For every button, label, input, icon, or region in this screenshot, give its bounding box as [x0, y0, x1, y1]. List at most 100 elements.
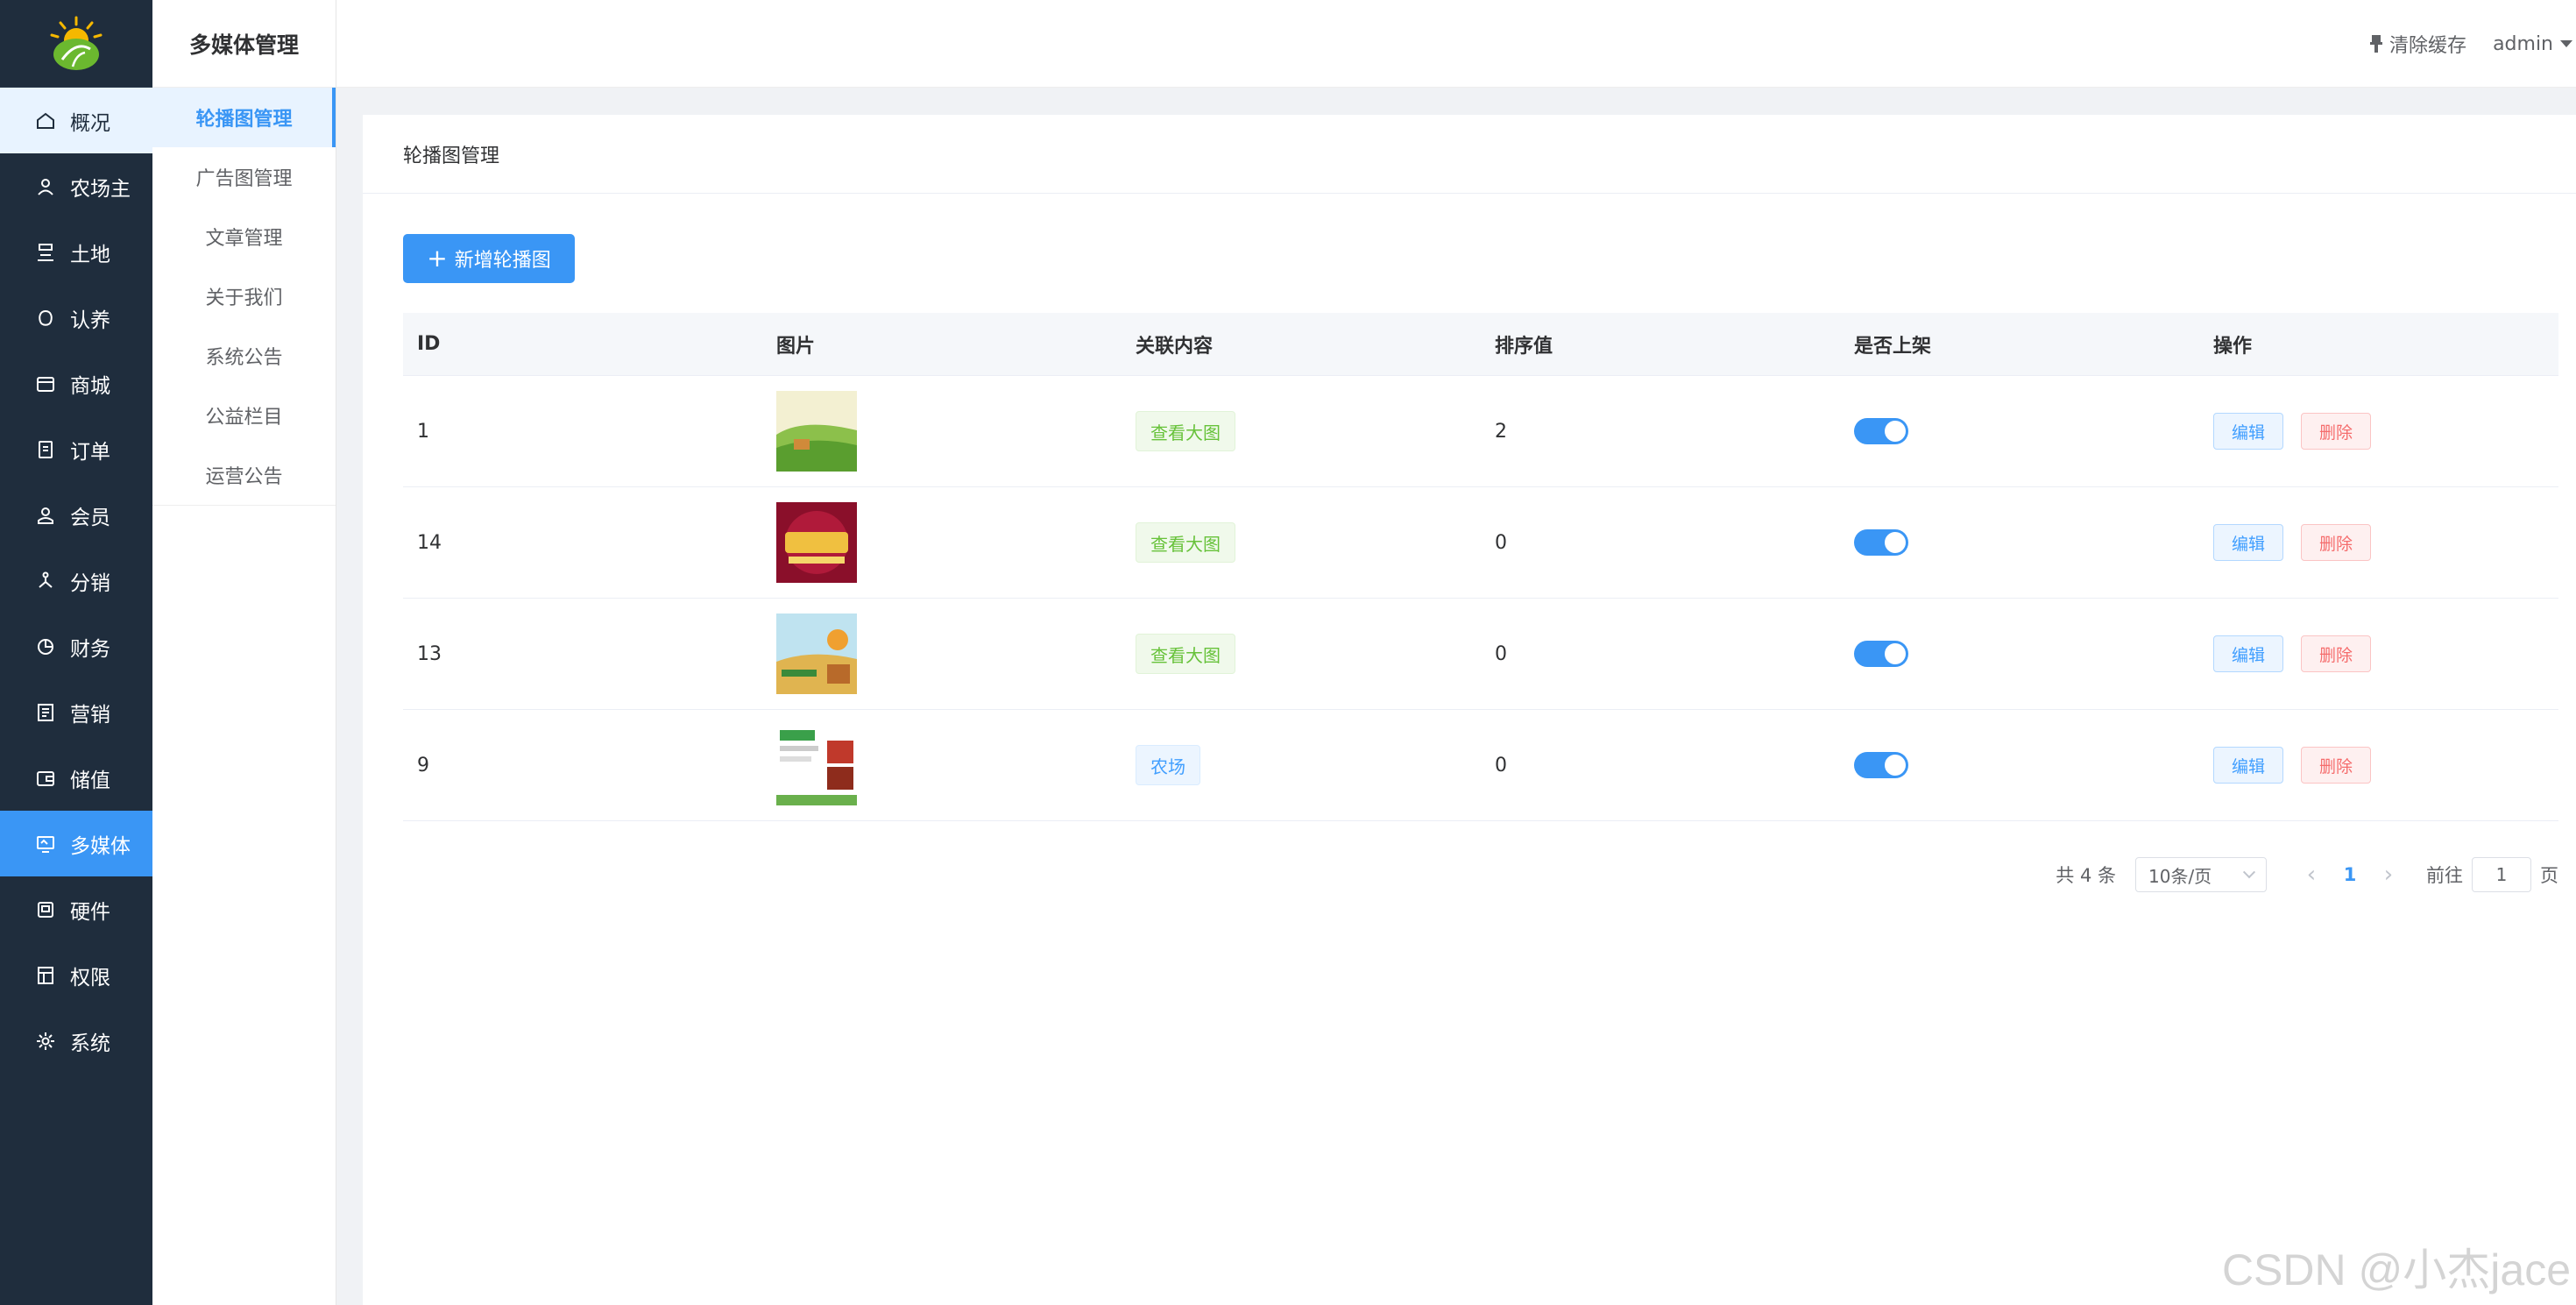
link-tag[interactable]: 农场	[1136, 745, 1200, 785]
row-sort: 0	[1495, 642, 1507, 665]
nav-item-store[interactable]: 商城	[0, 351, 152, 416]
row-status-cell	[1840, 641, 2199, 667]
page-size-select[interactable]: 10条/页	[2135, 857, 2267, 892]
column-header: ID	[417, 333, 441, 355]
toggle-knob	[1885, 421, 1906, 442]
row-link-cell: 查看大图	[1122, 522, 1481, 563]
row-image-cell	[762, 391, 1122, 472]
nav-item-settings[interactable]: 系统	[0, 1008, 152, 1074]
nav-item-marketing[interactable]: 营销	[0, 679, 152, 745]
toggle-knob	[1885, 532, 1906, 553]
nav-item-farmer[interactable]: 农场主	[0, 153, 152, 219]
row-id: 14	[417, 531, 442, 554]
nav-item-member[interactable]: 会员	[0, 482, 152, 548]
nav-item-label: 会员	[70, 506, 110, 529]
submenu-item[interactable]: 关于我们	[152, 266, 336, 326]
next-page-icon[interactable]: ›	[2375, 862, 2402, 888]
row-id: 1	[417, 420, 429, 443]
secondary-sidebar: 多媒体管理 轮播图管理 广告图管理 文章管理 关于我们 系统公告 公益栏目 运营公告	[152, 0, 336, 1305]
nav-item-label: 权限	[70, 966, 110, 989]
nav-item-finance[interactable]: 财务	[0, 613, 152, 679]
order-icon	[35, 439, 56, 460]
on-shelf-toggle[interactable]	[1854, 752, 1908, 778]
nav-item-label: 硬件	[70, 900, 110, 924]
banner-thumbnail[interactable]	[776, 613, 857, 694]
user-menu[interactable]: admin	[2493, 33, 2572, 55]
row-id: 9	[417, 754, 429, 777]
edit-button[interactable]: 编辑	[2213, 524, 2284, 561]
row-link-cell: 查看大图	[1122, 634, 1481, 674]
row-actions: 编辑 删除	[2199, 747, 2558, 784]
page-number-current[interactable]: 1	[2325, 864, 2375, 885]
media-icon	[35, 833, 56, 855]
nav-item-label: 商城	[70, 374, 110, 398]
table-row: 14 查看大图 0 编辑 删除	[403, 487, 2558, 599]
main-card: 轮播图管理 + 新增轮播图 ID 图片 关联内容 排序值 是否上架 操作 1 查看大图 2 编辑…	[363, 115, 2576, 1305]
on-shelf-toggle[interactable]	[1854, 418, 1908, 444]
pagination: 共 4 条 10条/页 ‹ 1 › 前往 页	[2056, 855, 2558, 894]
toggle-knob	[1885, 643, 1906, 664]
nav-item-land[interactable]: 土地	[0, 219, 152, 285]
submenu-item[interactable]: 运营公告	[152, 445, 336, 505]
distribution-icon	[35, 571, 56, 592]
edit-button[interactable]: 编辑	[2213, 635, 2284, 672]
nav-item-label: 财务	[70, 637, 110, 661]
pagination-total: 共 4 条	[2056, 865, 2116, 886]
clear-cache-label: 清除缓存	[2389, 35, 2467, 57]
finance-icon	[35, 636, 56, 657]
goto-prefix: 前往	[2426, 865, 2463, 886]
nav-item-label: 系统	[70, 1032, 110, 1055]
row-status-cell	[1840, 418, 2199, 444]
username: admin	[2493, 32, 2553, 55]
nav-item-label: 概况	[70, 111, 110, 135]
edit-button[interactable]: 编辑	[2213, 747, 2284, 784]
goto-page-input[interactable]	[2472, 857, 2531, 892]
plus-icon: +	[427, 244, 448, 273]
link-tag[interactable]: 查看大图	[1136, 522, 1235, 563]
edit-button[interactable]: 编辑	[2213, 413, 2284, 450]
row-actions: 编辑 删除	[2199, 413, 2558, 450]
hardware-icon	[35, 899, 56, 920]
delete-button[interactable]: 删除	[2301, 524, 2372, 561]
submenu-item[interactable]: 公益栏目	[152, 386, 336, 445]
nav-item-hardware[interactable]: 硬件	[0, 876, 152, 942]
row-link-cell: 查看大图	[1122, 411, 1481, 451]
nav-item-adopt[interactable]: 认养	[0, 285, 152, 351]
clear-cache-button[interactable]: 清除缓存	[2370, 30, 2466, 58]
column-header: 关联内容	[1136, 335, 1214, 358]
table-body: 1 查看大图 2 编辑 删除 14 查看大图 0 编辑 删除 13 查看大图 0 编辑 删除 9 农场 0 编辑 删除	[403, 376, 2558, 821]
nav-item-label: 营销	[70, 703, 110, 727]
goto-suffix: 页	[2540, 865, 2558, 886]
farm-logo-icon	[50, 16, 103, 70]
land-icon	[35, 242, 56, 263]
delete-button[interactable]: 删除	[2301, 413, 2372, 450]
submenu-item[interactable]: 文章管理	[152, 207, 336, 266]
on-shelf-toggle[interactable]	[1854, 529, 1908, 556]
nav-item-home[interactable]: 概况	[0, 88, 152, 153]
add-banner-button[interactable]: + 新增轮播图	[403, 234, 575, 283]
row-actions: 编辑 删除	[2199, 524, 2558, 561]
column-header: 排序值	[1495, 335, 1553, 358]
on-shelf-toggle[interactable]	[1854, 641, 1908, 667]
banner-thumbnail[interactable]	[776, 725, 857, 805]
prev-page-icon[interactable]: ‹	[2298, 862, 2325, 888]
submenu-item[interactable]: 轮播图管理	[152, 88, 336, 147]
member-icon	[35, 505, 56, 526]
link-tag[interactable]: 查看大图	[1136, 634, 1235, 674]
submenu-item[interactable]: 广告图管理	[152, 147, 336, 207]
marketing-icon	[35, 702, 56, 723]
nav-item-order[interactable]: 订单	[0, 416, 152, 482]
delete-button[interactable]: 删除	[2301, 747, 2372, 784]
nav-item-wallet[interactable]: 储值	[0, 745, 152, 811]
row-id: 13	[417, 642, 442, 665]
banner-thumbnail[interactable]	[776, 502, 857, 583]
delete-button[interactable]: 删除	[2301, 635, 2372, 672]
nav-item-distribution[interactable]: 分销	[0, 548, 152, 613]
nav-item-permission[interactable]: 权限	[0, 942, 152, 1008]
nav-item-media[interactable]: 多媒体	[0, 811, 152, 876]
submenu-item[interactable]: 系统公告	[152, 326, 336, 386]
link-tag[interactable]: 查看大图	[1136, 411, 1235, 451]
header-actions: 清除缓存 admin	[2370, 0, 2572, 88]
banner-thumbnail[interactable]	[776, 391, 857, 472]
row-image-cell	[762, 725, 1122, 805]
